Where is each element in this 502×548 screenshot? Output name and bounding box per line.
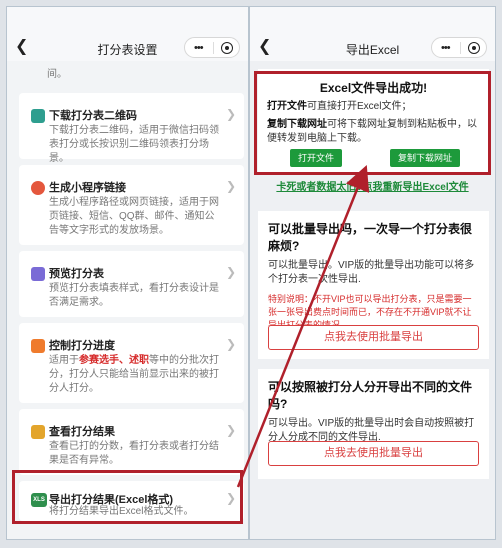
comparison-stage: ❮ 打分表设置 ••• 间。 下载打分表二维码 下载打分表二维码，适用于微信扫码… [0, 0, 502, 548]
arrow-line [236, 165, 370, 488]
pointer-arrow [236, 165, 370, 488]
